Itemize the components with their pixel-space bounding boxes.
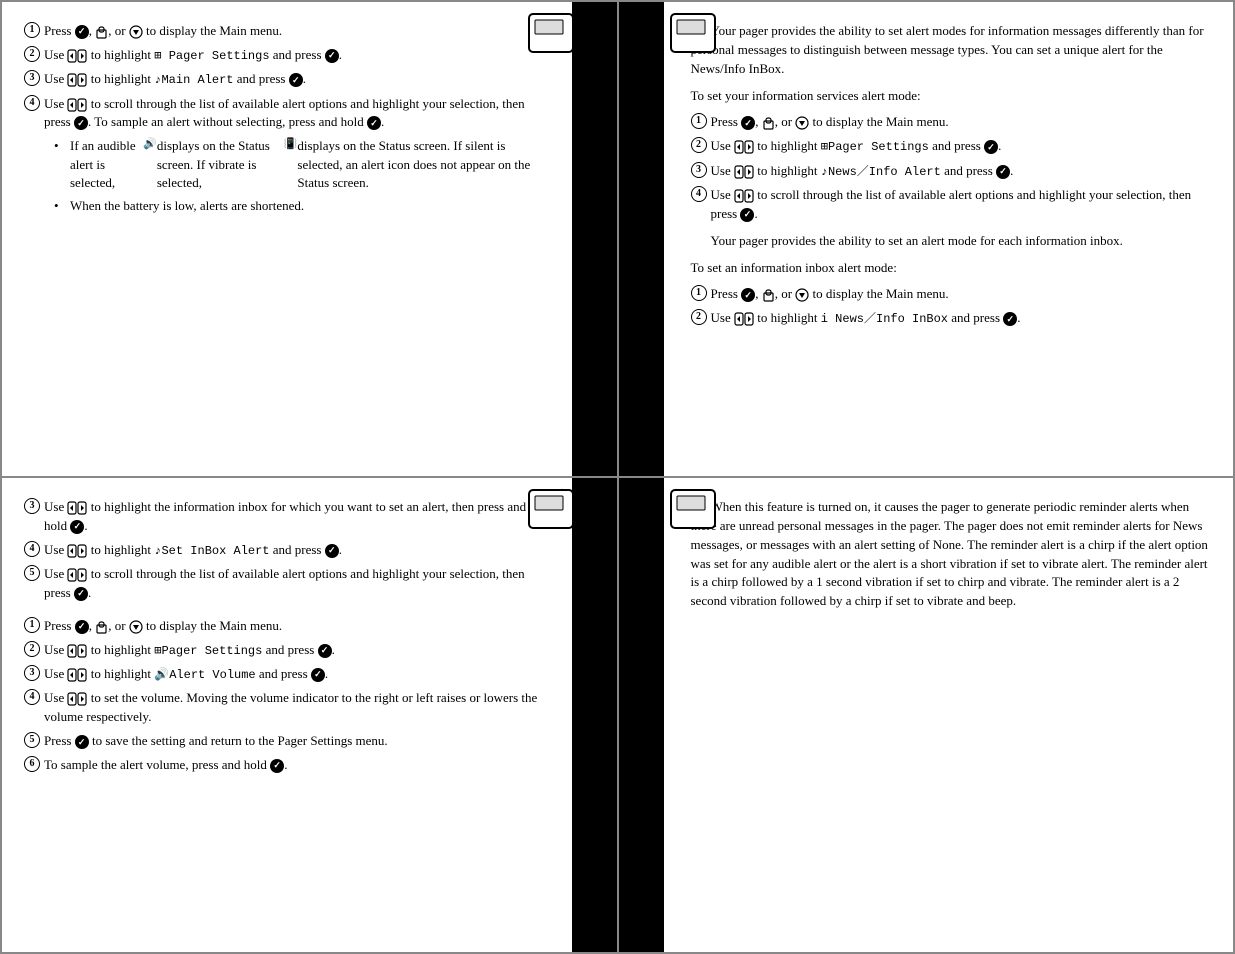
pager-icon-bottom-left: ♪ ))) [527,478,617,540]
svg-text:))): ))) [574,499,586,514]
step-tr-text-1: Press ✓, , or to display the Main menu. [711,113,949,132]
step-tr-2: 2 Use to highlight ⊞Pager Settings and p… [691,137,1212,156]
step-bl2-2: 2 Use to highlight ⊞Pager Settings and p… [24,641,547,660]
step-bl-text-3: Use to highlight the information inbox f… [44,498,547,536]
step-tl-2: 2 Use to highlight ⊞ Pager Settings and … [24,46,547,65]
step-tl-4: 4 Use to scroll through the list of avai… [24,95,547,133]
tr-section2-intro: Your pager provides the ability to set a… [691,232,1212,251]
step-bl2-5: 5 Press ✓ to save the setting and return… [24,732,547,751]
black-bar-left-br [619,478,664,952]
panel-bottom-right-content: When this feature is turned on, it cause… [691,498,1212,611]
panel-top-right-content: Your pager provides the ability to set a… [691,22,1212,329]
step-text-2: Use to highlight ⊞ Pager Settings and pr… [44,46,342,65]
step-num-4: 4 [24,95,40,111]
step-tr-4: 4 Use to scroll through the list of avai… [691,186,1212,224]
black-bar-right-tl [572,2,617,476]
br-text: When this feature is turned on, it cause… [691,498,1212,611]
svg-text:))): ))) [624,23,636,38]
bullet-tl-1: If an audible alert is selected, 🔊 displ… [54,137,547,192]
black-bar-right-bl [572,478,617,952]
page-grid: ♪ ))) 1 Press ✓, , or to display the Mai… [0,0,1235,954]
tr-section2-title: To set an information inbox alert mode: [691,259,1212,278]
step-num-1: 1 [24,22,40,38]
step-bl-text-4: Use to highlight ♪Set InBox Alert and pr… [44,541,342,560]
step-bl-4: 4 Use to highlight ♪Set InBox Alert and … [24,541,547,560]
step-tr2-2: 2 Use to highlight i News／Info InBox and… [691,309,1212,328]
panel-top-left-content: 1 Press ✓, , or to display the Main menu… [24,22,547,215]
step-bl-3: 3 Use to highlight the information inbox… [24,498,547,536]
step-tr2-1: 1 Press ✓, , or to display the Main menu… [691,285,1212,304]
step-tr-3: 3 Use to highlight ♪News／Info Alert and … [691,162,1212,181]
step-bl2-4: 4 Use to set the volume. Moving the volu… [24,689,547,727]
step-bl2-text-3: Use to highlight 🔊Alert Volume and press… [44,665,328,684]
step-tr-1: 1 Press ✓, , or to display the Main menu… [691,113,1212,132]
pager-icon-bottom-right: ♪ ))) [619,478,719,540]
step-num-3: 3 [24,70,40,86]
panel-bottom-left-content: 3 Use to highlight the information inbox… [24,498,547,775]
panel-bottom-right: ♪ ))) When this feature is turned on, it… [618,477,1235,953]
step-num-2: 2 [24,46,40,62]
step-bl2-text-2: Use to highlight ⊞Pager Settings and pre… [44,641,335,660]
step-bl2-text-5: Press ✓ to save the setting and return t… [44,732,388,751]
step-text-3: Use to highlight ♪Main Alert and press ✓… [44,70,306,89]
tr-section1-title: To set your information services alert m… [691,87,1212,106]
pager-icon-top-left: ♪ ))) [527,2,617,64]
step-tr-text-4: Use to scroll through the list of availa… [711,186,1212,224]
step-tr-text-3: Use to highlight ♪News／Info Alert and pr… [711,162,1014,181]
step-text-4: Use to scroll through the list of availa… [44,95,547,133]
step-tr2-text-2: Use to highlight i News／Info InBox and p… [711,309,1021,328]
step-bl2-3: 3 Use to highlight 🔊Alert Volume and pre… [24,665,547,684]
svg-text:))): ))) [624,499,636,514]
step-tl-1: 1 Press ✓, , or to display the Main menu… [24,22,547,41]
step-bl-text-5: Use to scroll through the list of availa… [44,565,547,603]
step-tr2-text-1: Press ✓, , or to display the Main menu. [711,285,949,304]
step-text-1: Press ✓, , or to display the Main menu. [44,22,282,41]
step-bl2-text-6: To sample the alert volume, press and ho… [44,756,287,775]
tr-intro: Your pager provides the ability to set a… [691,22,1212,79]
step-bl2-1: 1 Press ✓, , or to display the Main menu… [24,617,547,636]
pager-icon-top-right: ♪ ))) [619,2,719,64]
black-bar-left-tr [619,2,664,476]
panel-bottom-left: ♪ ))) 3 Use to highlight the information… [1,477,618,953]
step-bl2-text-4: Use to set the volume. Moving the volume… [44,689,547,727]
bullet-tl-2: When the battery is low, alerts are shor… [54,197,547,215]
step-bl2-6: 6 To sample the alert volume, press and … [24,756,547,775]
panel-top-right: ♪ ))) Your pager provides the ability to… [618,1,1235,477]
svg-text:))): ))) [574,23,586,38]
step-bl2-text-1: Press ✓, , or to display the Main menu. [44,617,282,636]
bullet-list-tl: If an audible alert is selected, 🔊 displ… [54,137,547,215]
step-tl-3: 3 Use to highlight ♪Main Alert and press… [24,70,547,89]
panel-top-left: ♪ ))) 1 Press ✓, , or to display the Mai… [1,1,618,477]
step-tr-text-2: Use to highlight ⊞Pager Settings and pre… [711,137,1002,156]
step-bl-5: 5 Use to scroll through the list of avai… [24,565,547,603]
